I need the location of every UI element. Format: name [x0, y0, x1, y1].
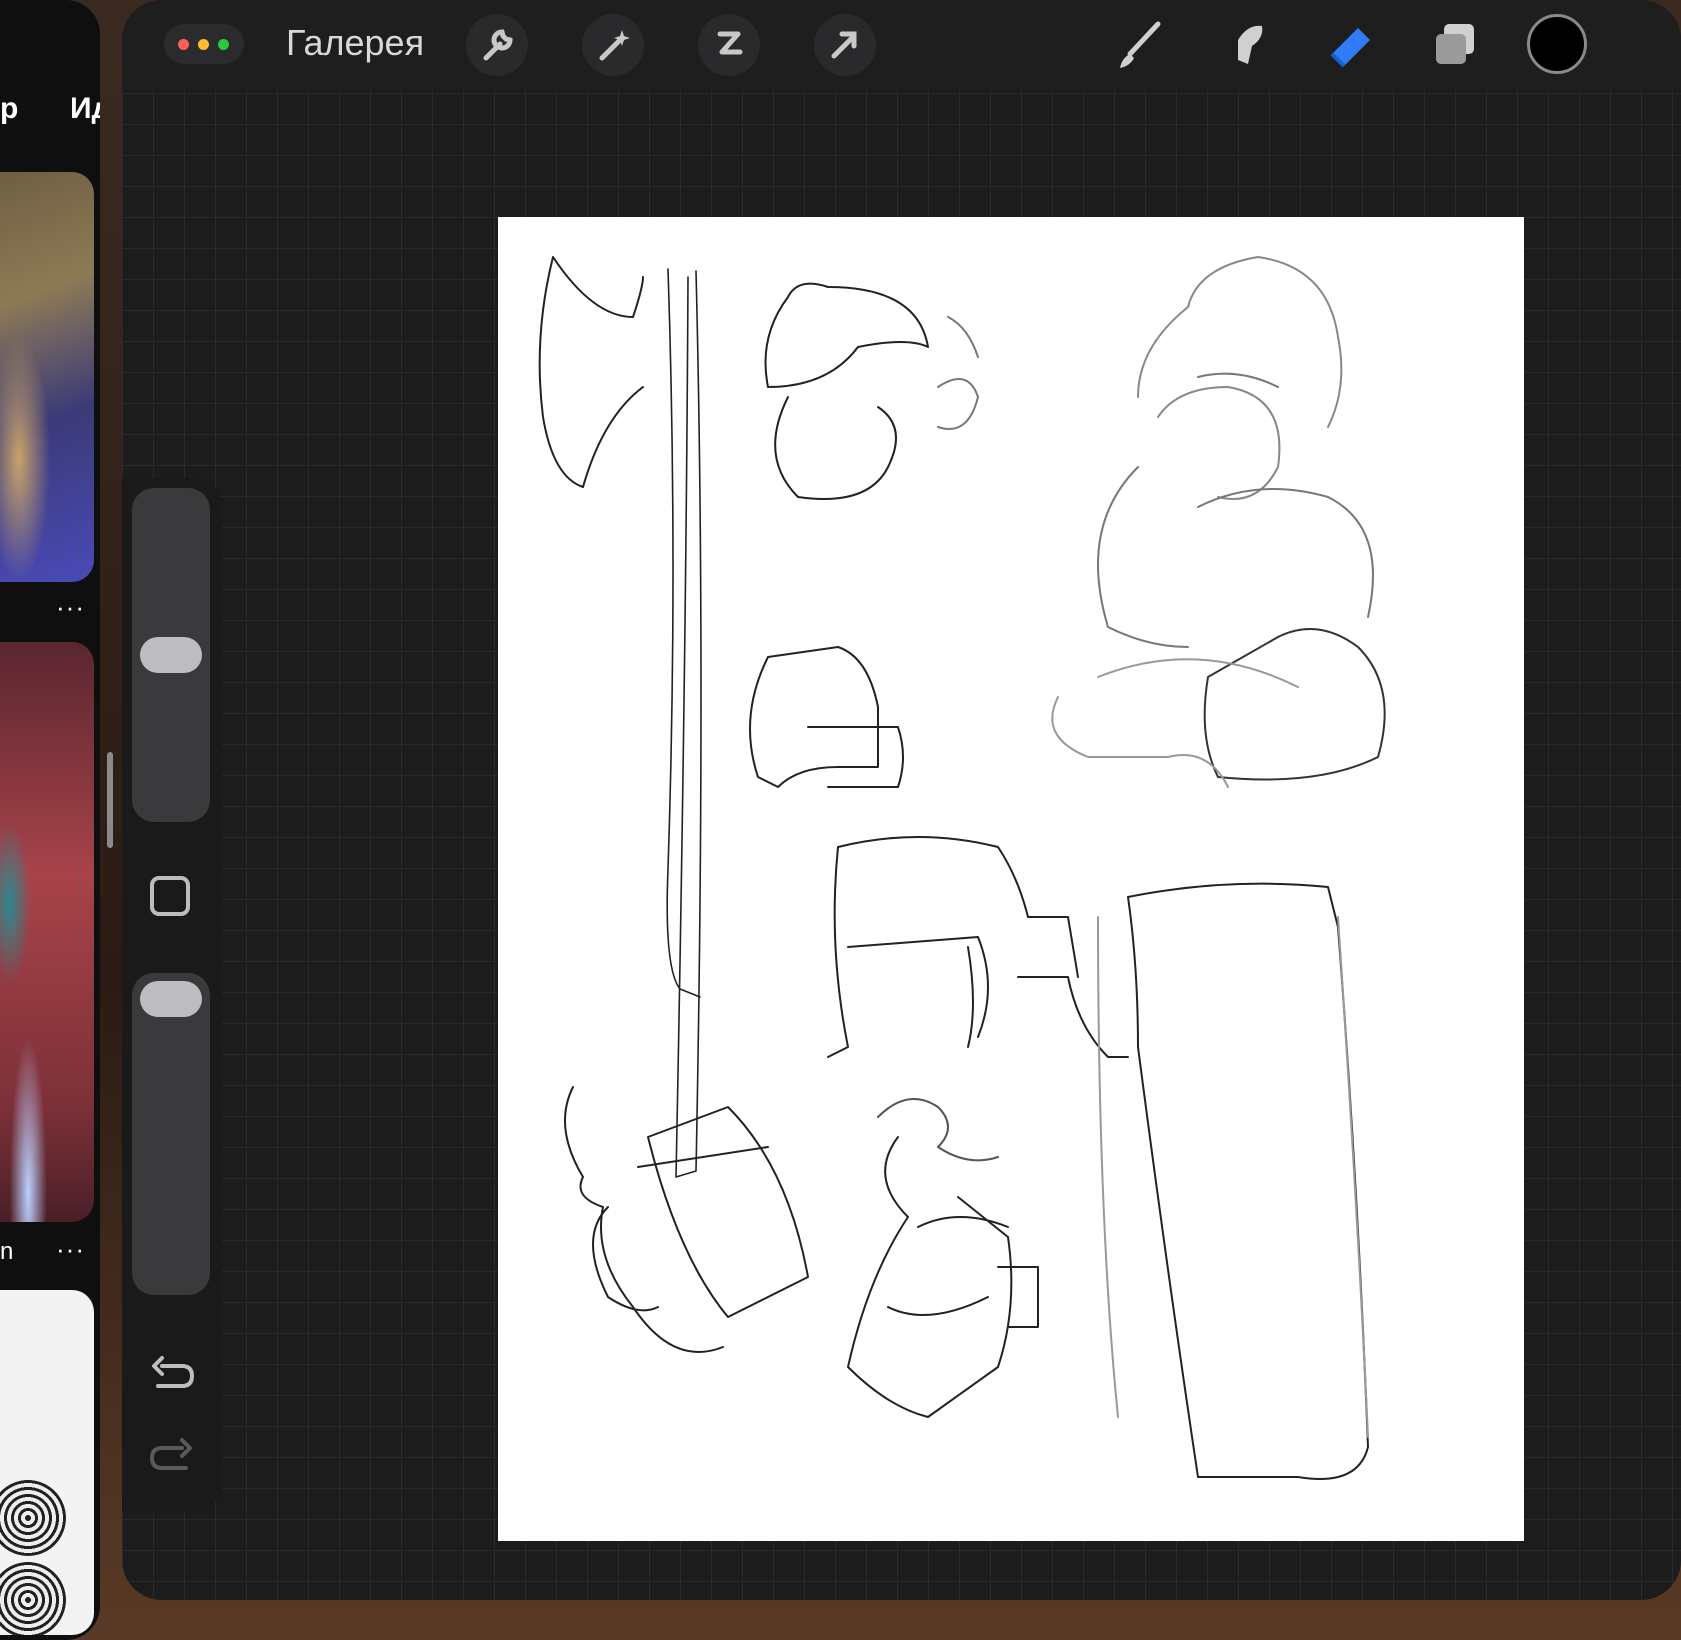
- brush-icon[interactable]: [1110, 14, 1172, 76]
- green-dot-icon[interactable]: [218, 39, 229, 50]
- opacity-slider[interactable]: [132, 973, 210, 1295]
- pattern-circle: [0, 1480, 66, 1556]
- more-icon[interactable]: ···: [56, 592, 85, 623]
- split-view-divider[interactable]: [107, 752, 113, 848]
- thumbnail-caption-2: n ···: [0, 1234, 94, 1268]
- thumbnail-armor-artwork[interactable]: [0, 172, 94, 582]
- smudge-icon[interactable]: [1216, 14, 1278, 76]
- arrow-cursor-icon[interactable]: [814, 14, 876, 76]
- selection-s-icon[interactable]: [698, 14, 760, 76]
- gallery-button[interactable]: Галерея: [286, 22, 424, 64]
- red-dot-icon[interactable]: [178, 39, 189, 50]
- left-app-panel: р Ид ··· n ···: [0, 0, 100, 1640]
- caption-text-2: n: [0, 1238, 14, 1265]
- undo-icon[interactable]: [144, 1350, 200, 1400]
- pattern-circle: [0, 1562, 66, 1635]
- side-toolbar: [122, 478, 222, 1512]
- color-picker[interactable]: [1527, 14, 1587, 74]
- top-toolbar: Галерея: [122, 0, 1681, 90]
- procreate-window: Галерея: [122, 0, 1681, 1600]
- left-app-tabs: р Ид: [0, 92, 100, 132]
- thumbnail-pattern-artwork[interactable]: [0, 1290, 94, 1635]
- wrench-icon[interactable]: [466, 14, 528, 76]
- brush-size-knob[interactable]: [140, 637, 202, 673]
- yellow-dot-icon[interactable]: [198, 39, 209, 50]
- thumbnail-caption-1: ···: [0, 592, 94, 626]
- window-controls[interactable]: [164, 24, 244, 64]
- left-tab-2[interactable]: Ид: [70, 92, 100, 126]
- square-icon[interactable]: [150, 876, 190, 916]
- eraser-icon[interactable]: [1318, 14, 1380, 76]
- thumbnail-sword-artwork[interactable]: [0, 642, 94, 1222]
- brush-size-slider[interactable]: [132, 488, 210, 822]
- redo-icon[interactable]: [144, 1432, 200, 1482]
- opacity-knob[interactable]: [140, 981, 202, 1017]
- drawing-canvas[interactable]: [498, 217, 1524, 1541]
- more-icon[interactable]: ···: [56, 1234, 85, 1265]
- left-tab-1[interactable]: р: [0, 92, 18, 126]
- layers-icon[interactable]: [1424, 14, 1486, 76]
- magic-wand-icon[interactable]: [582, 14, 644, 76]
